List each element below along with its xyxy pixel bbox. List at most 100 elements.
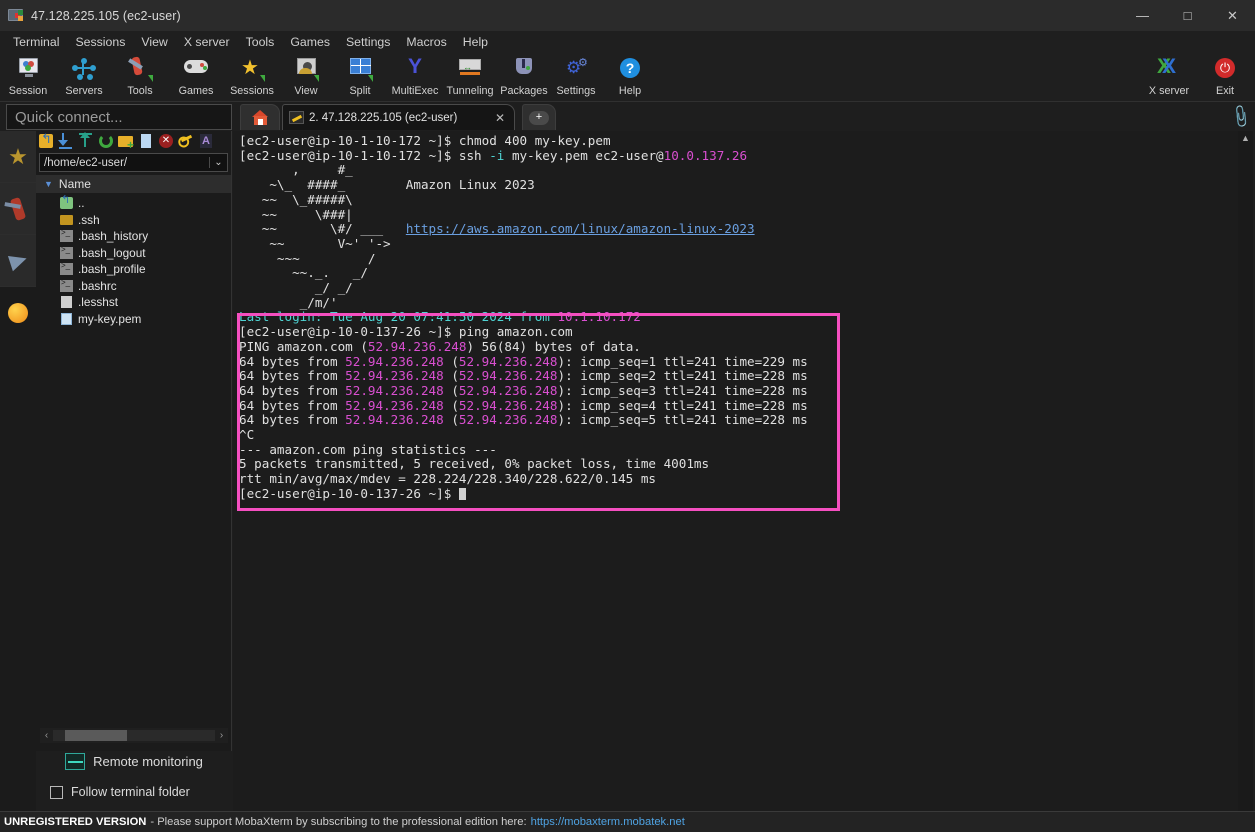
toolbar-button-multiexec[interactable]: Y MultiExec <box>384 54 446 100</box>
terminal-text: my-key.pem ec2-user@ <box>504 147 664 163</box>
toolbar-button-exit[interactable]: ⏻ Exit <box>1197 54 1253 100</box>
file-name: .bashrc <box>78 278 117 293</box>
toolbar-button-tools[interactable]: Tools <box>112 54 168 100</box>
toolbar-button-view[interactable]: View <box>278 54 334 100</box>
file-browser-panel: ✕ A /home/ec2-user/ ⌄ ▼ Name .. .ssh .ba… <box>36 131 232 751</box>
terminal-line: 64 bytes from 52.94.236.248 (52.94.236.2… <box>239 413 1238 428</box>
toolbar-button-split[interactable]: Split <box>332 54 388 100</box>
toolbar-label: Tunneling <box>446 85 494 97</box>
file-name: .lesshst <box>78 295 118 310</box>
terminal-text: _/ _/ <box>239 280 353 296</box>
terminal-text: ( <box>443 368 459 384</box>
download-icon[interactable] <box>58 133 74 149</box>
new-file-icon[interactable] <box>138 133 154 149</box>
terminal-text: -i <box>489 147 505 163</box>
menu-item-help[interactable]: Help <box>455 33 496 51</box>
toolbar-button-settings[interactable]: ⚙ ⚙ Settings <box>548 54 604 100</box>
toolbar-button-packages[interactable]: Packages <box>494 54 554 100</box>
follow-terminal-folder-checkbox[interactable] <box>50 785 63 799</box>
quick-connect-input[interactable]: Quick connect... <box>6 104 232 130</box>
toolbar-button-help[interactable]: ? Help <box>602 54 658 100</box>
terminal-output[interactable]: [ec2-user@ip-10-1-10-172 ~]$ chmod 400 m… <box>233 131 1238 813</box>
toolbar-button-tunneling[interactable]: ↔ Tunneling <box>438 54 502 100</box>
scroll-thumb[interactable] <box>65 730 127 741</box>
scroll-up-icon[interactable]: ▲ <box>1238 131 1253 143</box>
toolbar-button-sessions-star[interactable]: ★ Sessions <box>224 54 280 100</box>
list-item[interactable]: .bash_profile <box>36 261 231 278</box>
list-item[interactable]: .. <box>36 193 231 212</box>
file-name: .ssh <box>78 212 100 227</box>
terminal-line: , #_ <box>239 163 1238 178</box>
maximize-button[interactable]: □ <box>1165 0 1210 31</box>
terminal-line: _/m/' <box>239 295 1238 311</box>
new-folder-icon[interactable] <box>118 133 134 152</box>
file-browser-hscrollbar[interactable]: ‹ › <box>40 728 228 743</box>
menu-item-tools[interactable]: Tools <box>238 33 283 51</box>
list-item[interactable]: my-key.pem <box>36 311 231 328</box>
mobaxterm-link[interactable]: https://mobaxterm.mobatek.net <box>531 816 685 828</box>
tab-close-icon[interactable]: ✕ <box>492 111 508 125</box>
upload-icon[interactable] <box>78 132 94 149</box>
toolbar-button-servers[interactable]: Servers <box>56 54 112 100</box>
close-button[interactable]: ✕ <box>1210 0 1255 31</box>
refresh-icon[interactable] <box>98 133 114 149</box>
follow-terminal-folder-row[interactable]: Follow terminal folder <box>36 780 232 804</box>
tab-bar: 2. 47.128.225.105 (ec2-user) ✕ + <box>240 104 1230 130</box>
terminal-line: [ec2-user@ip-10-0-137-26 ~]$ ping amazon… <box>239 324 1238 340</box>
list-item[interactable]: .bash_logout <box>36 245 231 262</box>
new-tab-button[interactable]: + <box>522 104 556 130</box>
scroll-right-icon[interactable]: › <box>215 730 228 741</box>
chevron-down-icon[interactable]: ⌄ <box>209 157 227 168</box>
text-mode-icon[interactable]: A <box>198 133 214 149</box>
terminal-text: 52.94.236.248 <box>345 412 444 428</box>
view-icon <box>291 56 321 84</box>
list-item[interactable]: .bashrc <box>36 278 231 295</box>
toolbar-label: Sessions <box>230 85 274 97</box>
remote-monitoring-button[interactable]: Remote monitoring <box>36 748 232 774</box>
terminal-text: 52.94.236.248 <box>367 338 467 354</box>
terminal-line: ~\_ ####_ Amazon Linux 2023 <box>239 177 1238 193</box>
list-item[interactable]: .bash_history <box>36 228 231 245</box>
menu-item-terminal[interactable]: Terminal <box>5 33 67 51</box>
delete-icon[interactable]: ✕ <box>158 133 174 149</box>
list-item[interactable]: .lesshst <box>36 294 231 311</box>
menu-item-games[interactable]: Games <box>282 33 338 51</box>
menu-item-macros[interactable]: Macros <box>398 33 454 51</box>
go-up-folder-icon[interactable] <box>38 131 54 149</box>
plus-icon: + <box>529 110 549 125</box>
toolbar-button-xserver[interactable]: X X X server <box>1141 54 1197 100</box>
sidebar-item-favorites[interactable]: ★ <box>0 131 36 183</box>
file-column-header[interactable]: ▼ Name <box>36 175 231 193</box>
servers-icon <box>69 56 99 84</box>
tab-home[interactable] <box>240 104 280 130</box>
list-item[interactable]: .ssh <box>36 212 231 229</box>
terminal-text: ) 56(84) bytes of data. <box>466 338 641 354</box>
terminal-text: 52.94.236.248 <box>345 353 444 369</box>
terminal-line: [ec2-user@ip-10-0-137-26 ~]$ <box>239 486 1238 502</box>
terminal-text: ): icmp_seq=4 ttl=241 time=228 ms <box>557 397 808 413</box>
scroll-left-icon[interactable]: ‹ <box>40 730 53 741</box>
settings-gear-icon: ⚙ ⚙ <box>566 57 588 77</box>
file-list: .. .ssh .bash_history .bash_logout .bash… <box>36 193 231 328</box>
sidebar-item-sftp[interactable] <box>0 235 36 287</box>
split-icon <box>345 56 375 84</box>
toolbar-button-session[interactable]: Session <box>0 54 56 100</box>
scroll-track[interactable] <box>53 730 215 741</box>
menu-item-settings[interactable]: Settings <box>338 33 398 51</box>
sidebar-item-macros[interactable] <box>0 287 36 339</box>
terminal-vscrollbar[interactable]: ▲ <box>1238 131 1253 813</box>
tunneling-icon: ↔ <box>455 56 485 84</box>
sidebar-item-tools[interactable] <box>0 183 36 235</box>
menu-item-sessions[interactable]: Sessions <box>67 33 133 51</box>
terminal-text: 52.94.236.248 <box>345 397 444 413</box>
permissions-key-icon[interactable] <box>178 133 194 149</box>
file-path-field[interactable]: /home/ec2-user/ ⌄ <box>39 153 228 172</box>
menu-item-xserver[interactable]: X server <box>176 33 238 51</box>
paperclip-button[interactable]: 📎 <box>1228 104 1254 130</box>
window-title: 47.128.225.105 (ec2-user) <box>31 8 181 23</box>
tab-session-1[interactable]: 2. 47.128.225.105 (ec2-user) ✕ <box>282 104 515 130</box>
minimize-button[interactable]: — <box>1120 0 1165 31</box>
menu-item-view[interactable]: View <box>133 33 175 51</box>
toolbar-button-games[interactable]: Games <box>168 54 224 100</box>
script-file-icon <box>60 228 73 243</box>
